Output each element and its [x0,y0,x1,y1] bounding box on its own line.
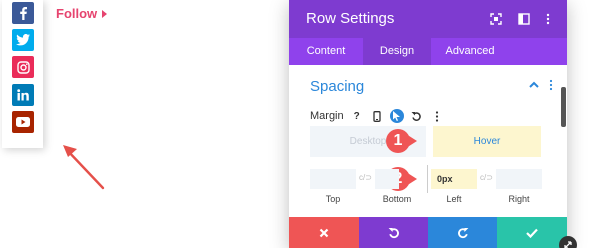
margin-top-input[interactable] [310,169,356,189]
save-button[interactable] [497,217,567,248]
instagram-icon[interactable] [12,56,34,78]
tab-design[interactable]: Design [363,38,431,65]
margin-option-row: Margin ? [310,108,444,124]
redo-button[interactable] [428,217,498,248]
action-bar [289,217,567,248]
label-left: Left [446,194,462,204]
panel-tabs: Content Design Advanced [289,38,567,65]
link-top-bottom-icon[interactable]: c/⊃ [359,173,372,182]
panel-header: Row Settings [289,0,567,38]
undo-button[interactable] [359,217,429,248]
panel-body: Spacing Margin ? Desktop Hover 1 c/⊃ 0px… [289,65,567,217]
label-top: Top [325,194,341,204]
social-sidebar [2,0,43,148]
tab-content[interactable]: Content [289,38,363,65]
twitter-icon[interactable] [12,29,34,51]
link-left-right-icon[interactable]: c/⊃ [480,173,493,182]
responsive-icon[interactable] [370,109,384,123]
play-triangle-icon [102,9,108,18]
follow-link[interactable]: Follow [56,6,108,21]
linkedin-icon[interactable] [12,84,34,106]
margin-left-input[interactable]: 0px [431,169,477,189]
resize-handle-icon[interactable] [559,236,577,248]
facebook-icon[interactable] [12,2,34,24]
tab-hover[interactable]: Hover [433,126,541,157]
screenshot-icon[interactable] [490,12,504,26]
section-title[interactable]: Spacing [310,78,364,95]
margin-right-input[interactable] [496,169,542,189]
more-vertical-icon[interactable] [542,12,556,26]
section-more-icon[interactable] [548,79,554,91]
help-icon[interactable]: ? [350,109,364,123]
chevron-up-icon[interactable] [528,81,540,89]
youtube-icon[interactable] [12,111,34,133]
stage: Follow Row Settings Content Design Advan… [0,0,610,248]
margin-label: Margin [310,110,344,122]
margin-bottom-input[interactable] [375,169,399,189]
label-right: Right [508,194,530,204]
sidebar-toggle-icon[interactable] [518,12,532,26]
step-badge-1-label: 1 [393,132,403,149]
annotation-arrow-icon [63,145,105,190]
tab-advanced[interactable]: Advanced [431,38,509,65]
follow-label: Follow [56,6,98,21]
hover-cursor-icon[interactable] [389,109,404,123]
reset-icon[interactable] [410,109,424,123]
step-badge-1: 1 [386,129,417,153]
panel-title: Row Settings [306,10,395,27]
option-more-icon[interactable] [430,109,444,123]
scrollbar[interactable] [561,87,566,127]
divider [427,165,428,193]
undo-icon [388,227,399,238]
close-icon [319,228,329,237]
row-settings-panel: Row Settings Content Design Advanced Spa… [289,0,567,248]
label-bottom: Bottom [382,194,412,204]
redo-icon [458,227,469,238]
checkmark-icon [526,228,538,238]
cancel-button[interactable] [289,217,359,248]
